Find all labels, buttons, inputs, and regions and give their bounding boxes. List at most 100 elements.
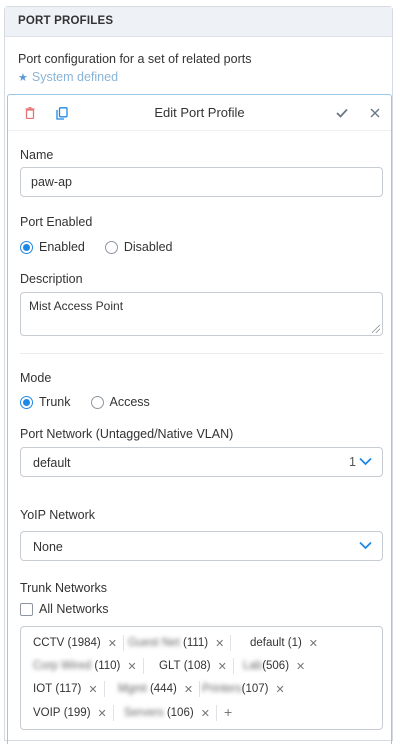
tag-divider <box>232 658 234 674</box>
port-network-label: Port Network (Untagged/Native VLAN) <box>20 427 234 441</box>
access-radio[interactable] <box>90 395 104 409</box>
remove-tag-icon[interactable]: ✕ <box>88 683 97 696</box>
tag-blurred-444: Mgmt (444) ✕ <box>118 680 201 698</box>
tag-divider <box>122 635 124 651</box>
voip-network-select[interactable]: None <box>20 531 383 561</box>
tag-divider <box>103 681 105 697</box>
tag-label: GLT <box>159 660 181 672</box>
disabled-radio-label: Disabled <box>123 240 173 254</box>
tag-label: Lab <box>243 660 263 672</box>
description-value: Mist Access Point <box>29 299 124 313</box>
tag-divider <box>112 705 114 721</box>
trunk-networks-tags[interactable]: CCTV (1984) ✕ Guest Net (111) ✕ default … <box>20 626 383 730</box>
disabled-radio[interactable] <box>104 240 118 254</box>
remove-tag-icon[interactable]: ✕ <box>275 683 284 696</box>
tag-label: Guest Net <box>128 637 180 649</box>
voip-network-label: YoIP Network <box>20 508 96 522</box>
tag-blurred-506: Lab (506) ✕ <box>243 657 305 675</box>
tag-iot: IOT (117) ✕ <box>33 680 105 698</box>
trunk-radio-label: Trunk <box>39 395 71 409</box>
description-label: Description <box>20 272 83 286</box>
star-icon: ★ <box>18 72 28 84</box>
tag-label: CCTV <box>33 637 65 649</box>
chevron-down-icon <box>359 541 372 550</box>
access-option[interactable]: Access <box>90 395 150 409</box>
tag-blurred-106: Servers (106) ✕ <box>124 704 217 722</box>
tag-count: (1984) <box>67 637 101 649</box>
tag-blurred-110: Corp Wired (110) ✕ <box>33 657 144 675</box>
add-tag-icon[interactable]: + <box>224 704 232 720</box>
panel-description: Port configuration for a set of related … <box>18 52 252 66</box>
remove-tag-icon[interactable]: ✕ <box>201 707 210 720</box>
remove-tag-icon[interactable]: ✕ <box>296 660 305 673</box>
tag-label: VOIP <box>33 707 61 719</box>
remove-tag-icon[interactable]: ✕ <box>108 637 117 650</box>
tag-glt: GLT (108) ✕ <box>159 657 234 675</box>
voip-network-value: None <box>33 540 63 554</box>
tag-count: (108) <box>183 660 211 672</box>
tag-count: (1) <box>287 637 302 649</box>
trunk-option[interactable]: Trunk <box>20 395 71 409</box>
tag-blurred-107: Printers (107) ✕ <box>202 680 285 698</box>
port-profiles-panel: PORT PROFILES Port configuration for a s… <box>4 6 393 744</box>
resize-grip-icon[interactable] <box>372 325 380 333</box>
edit-header: Edit Port Profile <box>8 95 391 131</box>
divider <box>20 353 383 354</box>
trunk-networks-label: Trunk Networks <box>20 581 108 595</box>
tag-label: Printers <box>202 683 242 695</box>
tag-label: Corp Wired <box>33 660 92 672</box>
all-networks-label: All Networks <box>39 602 109 616</box>
port-network-count: 1 <box>349 455 356 469</box>
chevron-down-icon <box>359 457 372 466</box>
tag-divider <box>230 635 232 651</box>
name-input[interactable]: paw-ap <box>20 167 383 197</box>
port-enabled-label: Port Enabled <box>20 215 93 229</box>
all-networks-checkbox[interactable] <box>20 602 33 616</box>
tag-count: (199) <box>63 707 91 719</box>
remove-tag-icon[interactable]: ✕ <box>184 683 193 696</box>
checkmark-icon[interactable] <box>334 105 350 121</box>
tag-label: default <box>250 637 285 649</box>
panel-title: PORT PROFILES <box>5 7 392 37</box>
system-defined-label: System defined <box>31 70 119 84</box>
port-enabled-radio-group: Enabled Disabled <box>20 240 193 254</box>
access-radio-label: Access <box>109 395 150 409</box>
remove-tag-icon[interactable]: ✕ <box>127 660 136 673</box>
tag-count: (106) <box>166 707 194 719</box>
tag-divider <box>199 681 201 697</box>
tag-count: (506) <box>262 660 290 672</box>
tag-count: (110) <box>94 660 121 672</box>
mode-label: Mode <box>20 371 52 385</box>
edit-port-profile-form: Edit Port Profile Name paw-ap Port Enabl… <box>7 94 392 744</box>
port-network-value: default <box>33 456 71 470</box>
description-textarea[interactable]: Mist Access Point <box>20 292 383 336</box>
remove-tag-icon[interactable]: ✕ <box>218 660 227 673</box>
tag-divider <box>142 658 144 674</box>
tag-divider <box>215 705 217 721</box>
remove-tag-icon[interactable]: ✕ <box>215 637 224 650</box>
remove-tag-icon[interactable]: ✕ <box>98 707 107 720</box>
tag-count: (107) <box>241 683 269 695</box>
tag-cctv: CCTV (1984) ✕ <box>33 634 124 652</box>
name-label: Name <box>20 148 54 162</box>
tag-label: IOT <box>33 683 53 695</box>
system-defined-note: ★ System defined <box>18 70 118 84</box>
port-network-select[interactable]: default 1 <box>20 447 383 477</box>
tag-count: (117) <box>55 683 82 695</box>
enabled-option[interactable]: Enabled <box>20 240 85 254</box>
enabled-radio-label: Enabled <box>39 240 85 254</box>
tag-voip: VOIP (199) ✕ <box>33 704 114 722</box>
tag-blurred-111: Guest Net (111) ✕ <box>128 634 232 652</box>
tag-label: Mgmt <box>118 683 147 695</box>
close-icon[interactable] <box>367 105 383 121</box>
mode-radio-group: Trunk Access <box>20 395 170 409</box>
all-networks-option[interactable]: All Networks <box>20 602 108 616</box>
remove-tag-icon[interactable]: ✕ <box>309 637 318 650</box>
disabled-option[interactable]: Disabled <box>104 240 173 254</box>
tag-count: (444) <box>149 683 177 695</box>
tag-default: default (1) ✕ <box>250 634 318 652</box>
trunk-radio[interactable] <box>20 395 33 409</box>
tag-label: Servers <box>124 707 164 719</box>
tag-count: (111) <box>182 637 209 649</box>
enabled-radio[interactable] <box>20 240 33 254</box>
